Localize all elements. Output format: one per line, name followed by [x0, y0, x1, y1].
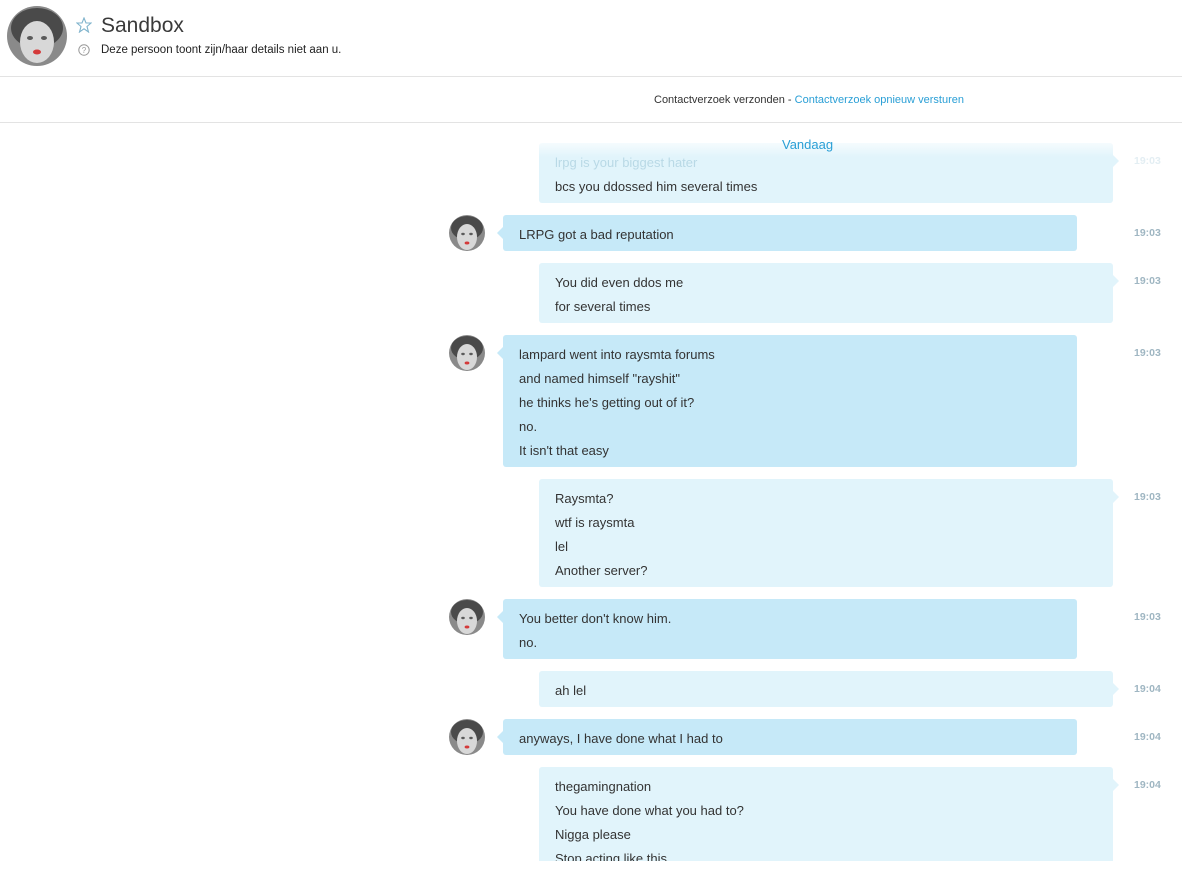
sent-message[interactable]: lrpg is your biggest hater bcs you ddosse… [539, 143, 1119, 203]
message-timestamp: 19:04 [1134, 779, 1161, 791]
message-line: You have done what you had to? [555, 803, 744, 818]
message-line: no. [519, 419, 538, 434]
message-timestamp: 19:03 [1134, 491, 1161, 503]
message-line: Raysmta? [555, 491, 614, 506]
sender-avatar[interactable] [449, 335, 485, 371]
message-line: It isn't that easy [519, 443, 609, 458]
message-timestamp: 19:03 [1134, 347, 1161, 359]
resend-request-link[interactable]: Contactverzoek opnieuw versturen [795, 94, 964, 106]
message-line: You better don't know him. [519, 611, 672, 626]
sender-avatar[interactable] [449, 599, 485, 635]
message-line: lrpg is your biggest hater [555, 155, 698, 170]
message-line: and named himself "rayshit" [519, 371, 680, 386]
message-line: ah lel [555, 683, 587, 698]
message-line: Another server? [555, 563, 648, 578]
svg-text:?: ? [82, 46, 87, 55]
message-line: for several times [555, 299, 651, 314]
message-line: You did even ddos me [555, 275, 684, 290]
conversation-header: Sandbox ? Deze persoon toont zijn/haar d… [0, 0, 1182, 77]
message-timestamp: 19:03 [1134, 275, 1161, 287]
contact-avatar[interactable] [7, 6, 67, 66]
contact-name: Sandbox [101, 14, 184, 37]
message-line: Nigga please [555, 827, 631, 842]
received-message[interactable]: lampard went into raysmta forums and name… [497, 335, 1077, 467]
message-line: Stop acting like this [555, 851, 668, 861]
sent-message[interactable]: Raysmta? wtf is raysmta lel Another server? [539, 479, 1119, 587]
message-line: anyways, I have done what I had to [519, 731, 723, 746]
message-timestamp: 19:03 [1134, 227, 1161, 239]
message-line: lampard went into raysmta forums [519, 347, 715, 362]
message-line: no. [519, 635, 538, 650]
sender-avatar[interactable] [449, 719, 485, 755]
privacy-note: Deze persoon toont zijn/haar details nie… [101, 44, 342, 56]
star-outline-icon[interactable] [75, 16, 93, 34]
message-line: he thinks he's getting out of it? [519, 395, 695, 410]
message-line: thegamingnation [555, 779, 652, 794]
message-list[interactable]: lrpg is your biggest hater bcs you ddosse… [0, 123, 1182, 861]
message-line: lel [555, 539, 569, 554]
sent-message[interactable]: thegamingnation You have done what you ha… [539, 767, 1119, 861]
contact-request-bar: Contactverzoek verzonden - Contactverzoe… [0, 77, 1182, 123]
request-status: Contactverzoek verzonden - Contactverzoe… [654, 94, 964, 106]
received-message[interactable]: You better don't know him. no. [497, 599, 1077, 659]
message-line: bcs you ddossed him several times [555, 179, 758, 194]
received-message[interactable]: anyways, I have done what I had to [497, 719, 1077, 755]
sent-message[interactable]: You did even ddos me for several times [539, 263, 1119, 323]
message-timestamp: 19:04 [1134, 731, 1161, 743]
date-separator: Vandaag [782, 137, 834, 152]
received-message[interactable]: LRPG got a bad reputation [497, 215, 1077, 251]
sent-message[interactable]: ah lel [539, 671, 1119, 707]
sender-avatar[interactable] [449, 215, 485, 251]
message-timestamp: 19:03 [1134, 155, 1161, 167]
message-line: LRPG got a bad reputation [519, 227, 674, 242]
question-circle-icon: ? [78, 43, 90, 56]
message-line: wtf is raysmta [555, 515, 635, 530]
request-sent-text: Contactverzoek verzonden - [654, 94, 795, 106]
message-timestamp: 19:04 [1134, 683, 1161, 695]
message-timestamp: 19:03 [1134, 611, 1161, 623]
